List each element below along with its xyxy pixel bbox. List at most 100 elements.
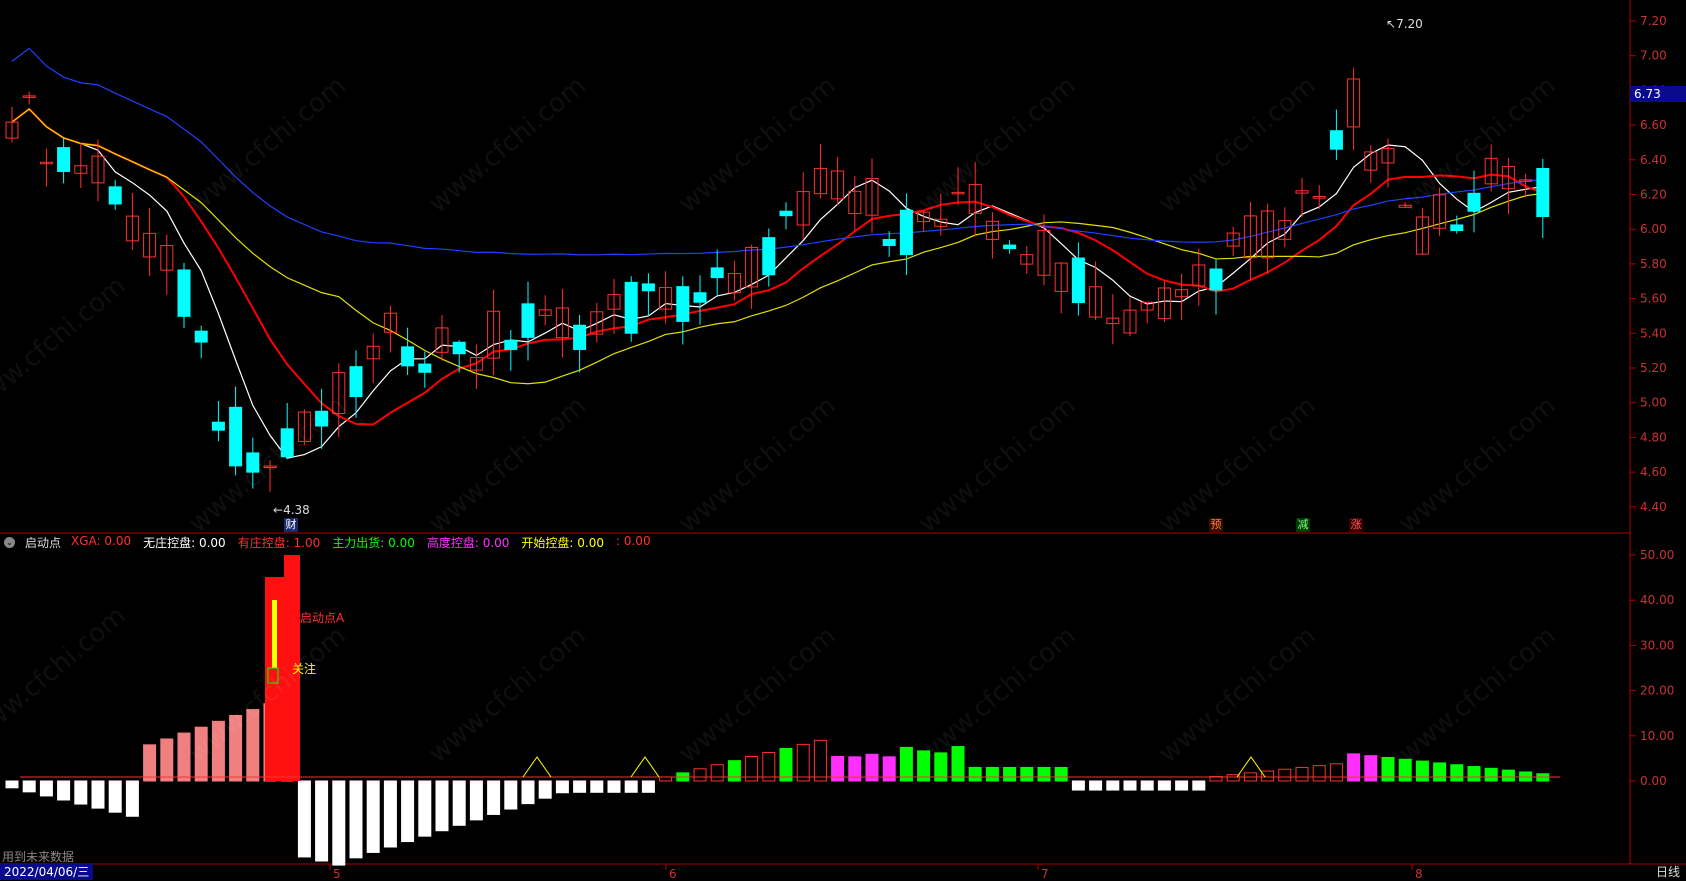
indicator-bar: [1295, 766, 1309, 782]
candle-body[interactable]: [1071, 257, 1085, 304]
candle-body[interactable]: [693, 292, 707, 303]
indicator-bar: [22, 780, 36, 793]
candle-body[interactable]: [624, 281, 638, 334]
candle-body[interactable]: [521, 303, 535, 338]
indicator-bar: [469, 780, 483, 821]
indicator-bar: [968, 766, 982, 782]
indicator-tick-label: 0.00: [1640, 774, 1667, 788]
candle-body[interactable]: [280, 428, 294, 458]
chart-canvas[interactable]: 7.207.006.806.606.406.206.005.805.605.40…: [0, 0, 1686, 881]
indicator-value-item: 有庄控盘: 1.00: [237, 535, 321, 550]
price-tick-label: 6.20: [1640, 188, 1667, 202]
low-price-label: ←4.38: [273, 503, 310, 517]
candle-body[interactable]: [57, 147, 71, 172]
indicator-bar: [813, 739, 827, 782]
indicator-axis: 50.00 40.00 30.00 20.00 10.00 0.00: [1630, 548, 1674, 788]
ma60-line: [11, 47, 1543, 256]
indicator-bar: [383, 780, 397, 848]
indicator-tick-label: 40.00: [1640, 593, 1674, 607]
price-tick-label: 6.00: [1640, 222, 1667, 236]
candle-body[interactable]: [676, 286, 690, 322]
indicator-bar: [194, 726, 208, 782]
candle-body[interactable]: [899, 209, 913, 256]
ma20-line: [11, 108, 1543, 385]
indicator-bar: [1312, 765, 1326, 782]
indicator-bar: [487, 780, 501, 815]
indicator-header: ⌄ 启动点 XGA: 0.00 无庄控盘: 0.00 有庄控盘: 1.00 主力出货:…: [4, 534, 651, 550]
event-marker-yu[interactable]: 预: [1209, 518, 1223, 532]
indicator-bar: [401, 780, 415, 843]
event-marker-jian[interactable]: 减: [1296, 518, 1310, 532]
candle-body[interactable]: [246, 452, 260, 473]
event-marker-cai[interactable]: 财: [284, 518, 298, 532]
candle-body[interactable]: [194, 330, 208, 343]
candle-body[interactable]: [762, 237, 776, 276]
indicator-bar: [297, 780, 311, 858]
candle-body[interactable]: [1209, 268, 1223, 291]
indicator-tick-label: 50.00: [1640, 548, 1674, 562]
candle-body[interactable]: [211, 421, 225, 431]
price-tick-label: 5.40: [1640, 326, 1667, 340]
indicator-bar: [1037, 766, 1051, 782]
indicator-bar: [1433, 762, 1447, 782]
candle-body[interactable]: [573, 324, 587, 351]
indicator-bar: [1071, 780, 1085, 791]
month-ticks: 5 6 7 8: [329, 864, 1423, 881]
indicator-name[interactable]: 启动点: [25, 534, 61, 551]
indicator-bar: [160, 738, 174, 782]
candle-body[interactable]: [349, 366, 363, 398]
candle-body[interactable]: [401, 346, 415, 367]
indicator-bar: [366, 780, 380, 853]
month-tick-label: 6: [669, 867, 677, 881]
current-price-tag: 6.73: [1630, 86, 1686, 102]
moving-average-lines: [11, 47, 1544, 459]
candle-body[interactable]: [710, 267, 724, 279]
candle-body[interactable]: [882, 239, 896, 247]
candle-body[interactable]: [779, 210, 793, 217]
indicator-bar: [951, 746, 965, 782]
candle-body[interactable]: [177, 269, 191, 317]
candle-body[interactable]: [1467, 192, 1481, 212]
month-tick-label: 8: [1415, 867, 1423, 881]
indicator-value-item: 开始控盘: 0.00: [521, 535, 604, 550]
candle-body[interactable]: [641, 283, 655, 292]
candle-body[interactable]: [229, 406, 243, 467]
price-tick-label: 7.20: [1640, 14, 1667, 28]
candle-body[interactable]: [1003, 244, 1017, 250]
indicator-values: XGA: 0.00 无庄控盘: 0.00 有庄控盘: 1.00 主力出货: 0.00 高…: [71, 534, 651, 551]
candle-body[interactable]: [504, 339, 518, 350]
candle-body[interactable]: [315, 410, 329, 427]
future-data-note: 用到未来数据: [2, 850, 75, 864]
price-tick-label: 4.40: [1640, 500, 1667, 514]
indicator-value-item: XGA: 0.00: [71, 533, 132, 548]
candle-body[interactable]: [1329, 130, 1343, 150]
high-price-label: ↖7.20: [1386, 17, 1423, 31]
indicator-bar: [899, 746, 913, 782]
indicator-bar: [1484, 767, 1498, 782]
event-marker-zhang[interactable]: 涨: [1349, 518, 1363, 532]
chevron-down-icon[interactable]: ⌄: [4, 536, 15, 548]
candle-body[interactable]: [1536, 168, 1550, 218]
indicator-bar: [985, 766, 999, 782]
indicator-bar: [917, 750, 931, 782]
candle-body[interactable]: [418, 363, 432, 373]
indicator-value-item: 无庄控盘: 0.00: [143, 535, 226, 550]
period-label[interactable]: 日线: [1656, 864, 1680, 880]
current-date: 2022/04/06/三: [0, 864, 94, 880]
indicator-bar: [108, 780, 122, 813]
indicator-bar: [452, 780, 466, 826]
candle-body[interactable]: [452, 341, 466, 355]
signal-triangle: [522, 756, 552, 778]
indicator-bar: [624, 780, 638, 793]
indicator-bar: [1450, 764, 1464, 782]
candle-body[interactable]: [108, 186, 122, 205]
indicator-bar: [521, 780, 535, 805]
price-tick-label: 6.40: [1640, 153, 1667, 167]
indicator-bar: [332, 780, 346, 866]
indicator-bar: [779, 747, 793, 782]
indicator-bar: [177, 732, 191, 782]
indicator-bar: [1003, 766, 1017, 782]
indicator-bar: [727, 760, 741, 782]
candle-body[interactable]: [1450, 224, 1464, 232]
indicator-bar: [1519, 771, 1533, 782]
